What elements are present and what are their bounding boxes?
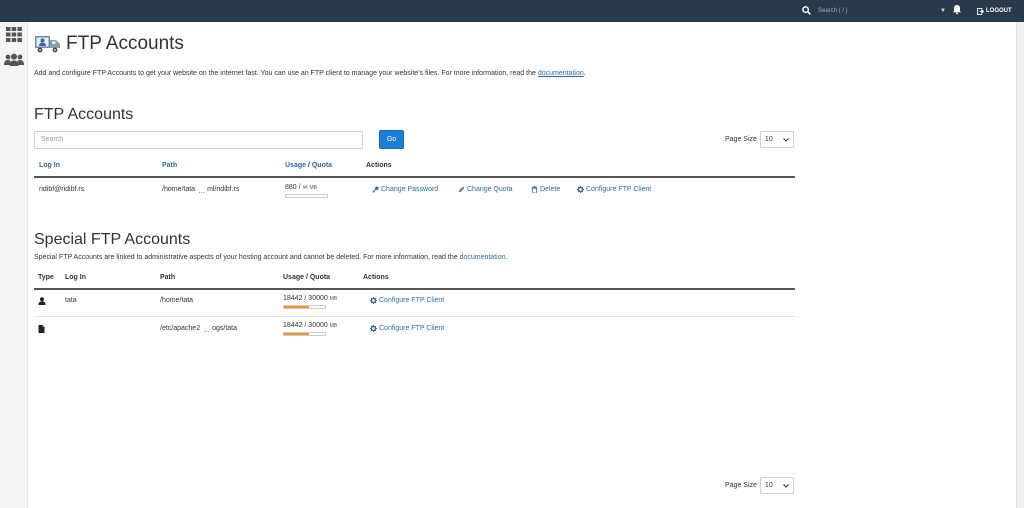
intro-text: Add and configure FTP Accounts to get yo… xyxy=(34,70,538,77)
special-path-start: /etc/apache2 xyxy=(160,325,201,332)
configure-ftp-client-button[interactable]: Configure FTP Client xyxy=(577,186,651,193)
configure-ftp-client-button[interactable]: Configure FTP Client xyxy=(370,297,444,304)
page-size-label: Page Size xyxy=(725,482,757,489)
special-path-end: ogs/tata xyxy=(212,325,238,332)
page-size-value: 10 xyxy=(764,482,773,489)
column-header-actions: Actions xyxy=(363,274,389,281)
usage-bar-fill xyxy=(284,333,309,335)
ftp-truck-icon xyxy=(34,34,62,54)
change-password-button[interactable]: Change Password xyxy=(372,186,438,193)
usage-progress-bar xyxy=(283,305,326,309)
special-intro-end: . xyxy=(505,254,508,261)
special-table-header-divider xyxy=(34,288,795,290)
users-icon[interactable] xyxy=(4,53,24,68)
delete-button[interactable]: Delete xyxy=(531,186,560,193)
grid-icon[interactable] xyxy=(6,27,23,42)
special-documentation-link[interactable]: documentation xyxy=(460,254,506,261)
ftp-accounts-heading: FTP Accounts xyxy=(34,106,134,123)
chevron-down-icon xyxy=(783,483,789,488)
pencil-icon xyxy=(458,186,465,193)
special-path: /home/tata xyxy=(160,297,194,304)
gear-icon xyxy=(370,297,377,304)
column-header-usage[interactable]: Usage xyxy=(285,162,306,169)
usage-progress-bar xyxy=(283,332,326,336)
go-button[interactable]: Go xyxy=(379,130,404,149)
delete-label: Delete xyxy=(540,186,561,193)
configure-ftp-client-label: Configure FTP Client xyxy=(379,297,445,304)
account-path-end: ml/ridibf.rs xyxy=(207,186,240,193)
special-usage-unit: MB xyxy=(329,323,338,329)
left-sidebar xyxy=(0,22,28,508)
account-path: /home/tata… ml/ridibf.rs xyxy=(162,186,240,195)
configure-ftp-client-label: Configure FTP Client xyxy=(586,186,652,193)
account-usage: 880 / ∞ MB xyxy=(285,184,317,191)
column-header-type: Type xyxy=(38,274,54,281)
file-icon xyxy=(38,325,46,333)
scrollbar[interactable] xyxy=(1016,22,1024,508)
account-usage-unit: MB xyxy=(309,185,317,191)
special-usage-unit: MB xyxy=(329,296,338,302)
page-size-select[interactable]: 10 xyxy=(759,131,794,148)
row-divider xyxy=(34,316,795,317)
global-search-placeholder: Search ( / ) xyxy=(818,7,848,14)
column-header-login: Log In xyxy=(65,274,86,281)
change-quota-label: Change Quota xyxy=(467,186,513,193)
page-size-control: Page Size 10 xyxy=(725,131,794,148)
special-usage: 18442 / 30000 MB xyxy=(283,322,337,329)
gear-icon xyxy=(577,186,584,193)
logout-icon xyxy=(977,7,984,15)
page-title: FTP Accounts xyxy=(66,33,184,54)
account-usage-value: 880 / ∞ xyxy=(285,184,308,191)
special-path: /etc/apache2… ogs/tata xyxy=(160,325,238,334)
chevron-down-icon xyxy=(783,137,789,142)
special-intro-text: Special FTP Accounts are linked to admin… xyxy=(34,254,460,261)
special-usage-value: 18442 / 30000 xyxy=(283,295,328,302)
column-header-path: Path xyxy=(160,274,176,281)
intro-end: . xyxy=(583,70,586,77)
column-header-login[interactable]: Log In xyxy=(39,162,60,169)
column-header-quota[interactable]: Quota xyxy=(312,162,332,169)
user-icon xyxy=(38,297,46,305)
page-size-control-bottom: Page Size 10 xyxy=(725,477,794,494)
page-size-label: Page Size xyxy=(725,136,757,143)
special-usage: 18442 / 30000 MB xyxy=(283,295,337,302)
logout-button[interactable]: LOGOUT xyxy=(977,5,1012,17)
special-login: tata xyxy=(65,297,77,304)
account-path-start: /home/tata xyxy=(162,186,196,193)
bell-icon[interactable] xyxy=(952,4,964,16)
table-header-divider xyxy=(34,176,795,178)
path-ellipsis[interactable]: … xyxy=(198,188,205,195)
change-password-label: Change Password xyxy=(381,186,439,193)
top-bar: Search ( / ) ▼ LOGOUT xyxy=(0,0,1024,22)
special-ftp-accounts-heading: Special FTP Accounts xyxy=(34,231,191,248)
page-intro: Add and configure FTP Accounts to get yo… xyxy=(34,70,586,77)
configure-ftp-client-label: Configure FTP Client xyxy=(379,325,445,332)
usage-bar-fill xyxy=(284,306,309,308)
column-header-usage-quota: Usage / Quota xyxy=(283,274,331,281)
chevron-down-icon[interactable]: ▼ xyxy=(940,8,946,14)
accounts-search-input[interactable]: Search xyxy=(34,131,363,149)
special-accounts-intro: Special FTP Accounts are linked to admin… xyxy=(34,254,507,261)
global-search[interactable]: Search ( / ) ▼ xyxy=(800,3,946,18)
special-usage-value: 18442 / 30000 xyxy=(283,322,328,329)
page-header: FTP Accounts xyxy=(34,33,184,55)
column-header-path[interactable]: Path xyxy=(162,162,177,169)
column-header-actions: Actions xyxy=(366,162,392,169)
account-login: ridibf@ridibf.rs xyxy=(39,186,85,193)
documentation-link[interactable]: documentation xyxy=(538,70,584,77)
change-quota-button[interactable]: Change Quota xyxy=(458,186,513,193)
configure-ftp-client-button[interactable]: Configure FTP Client xyxy=(370,325,444,332)
page-size-select[interactable]: 10 xyxy=(759,477,794,494)
column-header-usage-quota: Usage / Quota xyxy=(285,162,332,169)
page-size-value: 10 xyxy=(764,136,773,143)
logout-label: LOGOUT xyxy=(986,8,1012,14)
gear-icon xyxy=(370,325,377,332)
key-icon xyxy=(372,186,379,193)
trash-icon xyxy=(531,186,538,193)
usage-progress-bar xyxy=(285,194,328,198)
path-ellipsis[interactable]: … xyxy=(203,327,210,334)
search-icon xyxy=(800,5,812,17)
